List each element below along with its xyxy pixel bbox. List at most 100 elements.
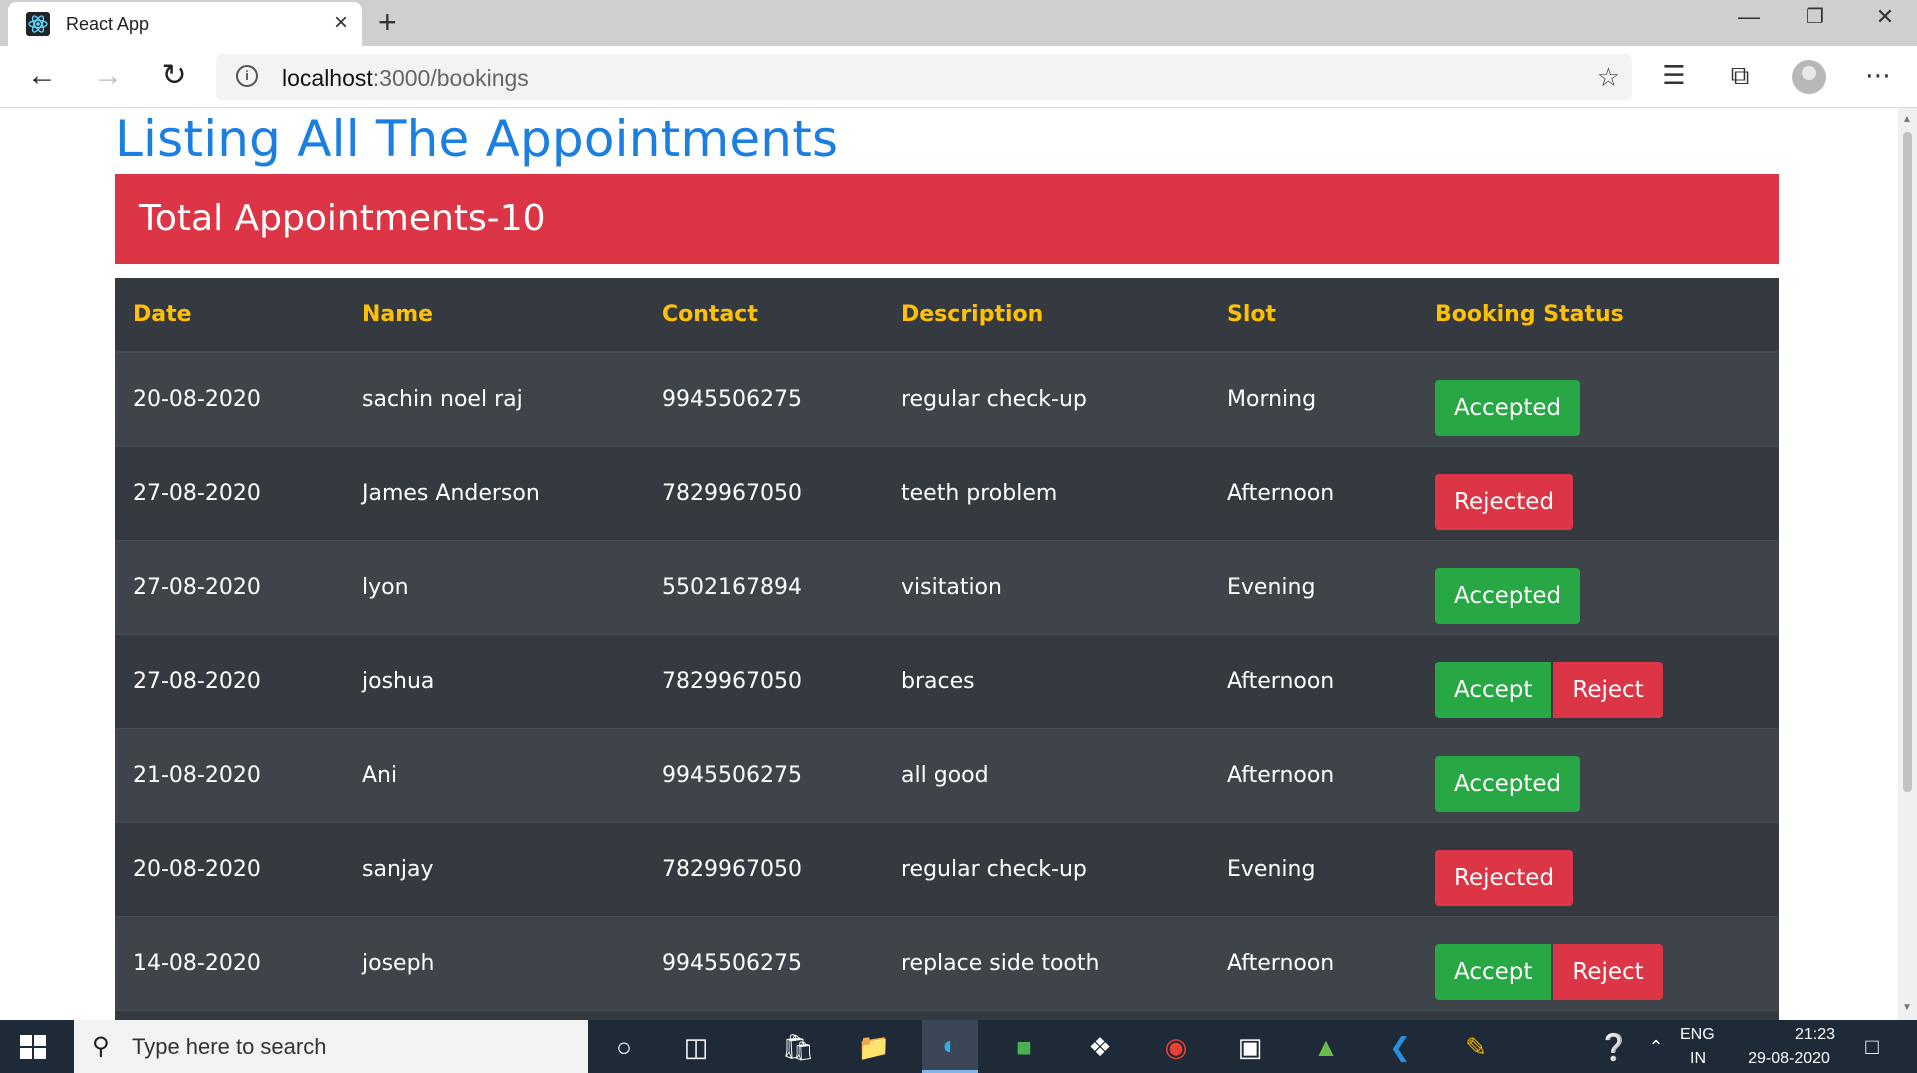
- windows-start-icon[interactable]: [20, 1035, 46, 1059]
- back-arrow-icon[interactable]: ←: [24, 58, 60, 94]
- accepted-status-button[interactable]: Accepted: [1435, 568, 1581, 624]
- window-close-icon[interactable]: ✕: [1860, 4, 1910, 30]
- page-viewport: Listing All The Appointments Total Appoi…: [0, 108, 1898, 1020]
- help-icon[interactable]: ❔: [1594, 1030, 1634, 1064]
- scroll-down-icon[interactable]: ▼: [1902, 1002, 1912, 1013]
- appointments-table: Date Name Contact Description Slot Booki…: [115, 278, 1779, 1020]
- cell-slot: Evening: [1209, 821, 1417, 916]
- cortana-icon[interactable]: ○: [604, 1030, 644, 1064]
- minimize-icon[interactable]: —: [1724, 4, 1774, 30]
- cell-name: Ani: [344, 727, 644, 822]
- vertical-scrollbar[interactable]: ▲ ▼: [1898, 108, 1917, 1020]
- tray-chevron-up-icon[interactable]: ⌃: [1636, 1030, 1676, 1064]
- rejected-status-button[interactable]: Rejected: [1435, 474, 1574, 530]
- scroll-up-icon[interactable]: ▲: [1902, 114, 1912, 125]
- table-row: 21-08-2020 Ani 9945506275 all good After…: [115, 727, 1779, 822]
- close-tab-icon[interactable]: ×: [334, 11, 348, 35]
- restore-icon[interactable]: ❐: [1790, 4, 1840, 29]
- rejected-status-button[interactable]: Rejected: [1435, 850, 1574, 906]
- address-toolbar: ← → ↻ i localhost:3000/bookings ☆ ☰ ⧉ ⋯: [0, 46, 1917, 108]
- table-row: 14-08-2020 joseph 9945506275 replace sid…: [115, 915, 1779, 1010]
- accepted-status-button[interactable]: Accepted: [1435, 380, 1581, 437]
- cell-status: Accepted: [1417, 351, 1779, 446]
- table-row: 27-08-2020 lyon 5502167894 visitation Ev…: [115, 539, 1779, 634]
- cell-date: 27-08-2020: [115, 633, 344, 728]
- notifications-icon[interactable]: □: [1852, 1030, 1892, 1064]
- url-path: :3000/bookings: [372, 65, 529, 91]
- react-logo-icon: [26, 12, 50, 36]
- cell-contact: 9945506275: [644, 727, 883, 822]
- cell-description: regular check-up: [883, 351, 1209, 446]
- url-text[interactable]: localhost:3000/bookings: [282, 65, 529, 92]
- cell-name: sanjay: [344, 821, 644, 916]
- region-indicator[interactable]: IN: [1690, 1050, 1706, 1068]
- header-name: Name: [344, 278, 644, 353]
- total-appointments-banner: Total Appointments-10: [115, 174, 1779, 264]
- cell-description: teeth problem: [883, 445, 1209, 540]
- clock-date[interactable]: 29-08-2020: [1734, 1050, 1844, 1068]
- cell-contact: 7829967050: [644, 445, 883, 540]
- search-icon: ⚲: [92, 1033, 110, 1060]
- header-contact: Contact: [644, 278, 883, 353]
- cell-name: lyon: [344, 539, 644, 634]
- tab-strip: React App × + — ❐ ✕: [0, 0, 1917, 46]
- more-menu-icon[interactable]: ⋯: [1860, 60, 1896, 91]
- header-description: Description: [883, 278, 1209, 353]
- cell-description: replace side tooth: [883, 915, 1209, 1010]
- table-header-row: Date Name Contact Description Slot Booki…: [115, 278, 1779, 353]
- address-bar[interactable]: i localhost:3000/bookings ☆: [216, 54, 1632, 100]
- scrollbar-thumb[interactable]: [1903, 132, 1912, 792]
- cell-description: braces: [883, 633, 1209, 728]
- cell-slot: Afternoon: [1209, 445, 1417, 540]
- chrome-icon[interactable]: ◉: [1156, 1030, 1196, 1064]
- tab-title: React App: [66, 14, 150, 34]
- reject-button[interactable]: Reject: [1553, 662, 1663, 718]
- file-explorer-icon[interactable]: 📁: [854, 1030, 894, 1064]
- site-info-icon[interactable]: i: [236, 65, 258, 87]
- table-row: [115, 1009, 1779, 1020]
- collections-icon[interactable]: ⧉: [1722, 60, 1758, 92]
- cell-contact: 5502167894: [644, 539, 883, 634]
- reject-button[interactable]: Reject: [1553, 944, 1663, 1000]
- dropbox-icon[interactable]: ❖: [1080, 1030, 1120, 1064]
- vscode-icon[interactable]: ❮: [1380, 1030, 1420, 1064]
- cell-description: visitation: [883, 539, 1209, 634]
- favorites-list-icon[interactable]: ☰: [1656, 60, 1692, 91]
- terminal-icon[interactable]: ▣: [1230, 1030, 1270, 1064]
- header-booking-status: Booking Status: [1417, 278, 1779, 353]
- accepted-status-button[interactable]: Accepted: [1435, 756, 1581, 812]
- accept-button[interactable]: Accept: [1435, 944, 1552, 1000]
- profile-avatar[interactable]: [1792, 60, 1826, 94]
- cell-description: regular check-up: [883, 821, 1209, 916]
- favorite-star-icon[interactable]: ☆: [1597, 62, 1620, 93]
- cell-slot: Evening: [1209, 539, 1417, 634]
- cell-date: 14-08-2020: [115, 915, 344, 1010]
- cell-name: James Anderson: [344, 445, 644, 540]
- cell-status: Accepted: [1417, 539, 1779, 634]
- accept-button[interactable]: Accept: [1435, 662, 1552, 718]
- header-slot: Slot: [1209, 278, 1417, 353]
- cell-contact: 9945506275: [644, 351, 883, 446]
- cell-contact: 7829967050: [644, 821, 883, 916]
- evernote-icon[interactable]: ■: [1004, 1030, 1044, 1064]
- store-icon[interactable]: 🛍: [778, 1030, 818, 1064]
- cell-date: 27-08-2020: [115, 445, 344, 540]
- robo3t-icon[interactable]: ▲: [1306, 1030, 1346, 1064]
- forward-arrow-icon[interactable]: →: [90, 58, 126, 94]
- cell-status: Rejected: [1417, 821, 1779, 916]
- task-view-icon[interactable]: ◫: [676, 1030, 716, 1064]
- refresh-icon[interactable]: ↻: [156, 58, 192, 94]
- paint-icon[interactable]: ✎: [1456, 1030, 1496, 1064]
- taskbar-search-box[interactable]: ⚲ Type here to search: [74, 1020, 588, 1073]
- cell-slot: Afternoon: [1209, 633, 1417, 728]
- tab-react-app[interactable]: React App ×: [8, 2, 362, 46]
- cell-name: joshua: [344, 633, 644, 728]
- language-indicator[interactable]: ENG: [1680, 1026, 1715, 1044]
- page-title: Listing All The Appointments: [115, 110, 839, 168]
- table-row: 20-08-2020 sanjay 7829967050 regular che…: [115, 821, 1779, 916]
- cell-date: 27-08-2020: [115, 539, 344, 634]
- new-tab-button[interactable]: +: [378, 6, 397, 38]
- cell-contact: 9945506275: [644, 915, 883, 1010]
- edge-browser-icon[interactable]: ◐: [922, 1020, 978, 1073]
- table-row: 27-08-2020 James Anderson 7829967050 tee…: [115, 445, 1779, 540]
